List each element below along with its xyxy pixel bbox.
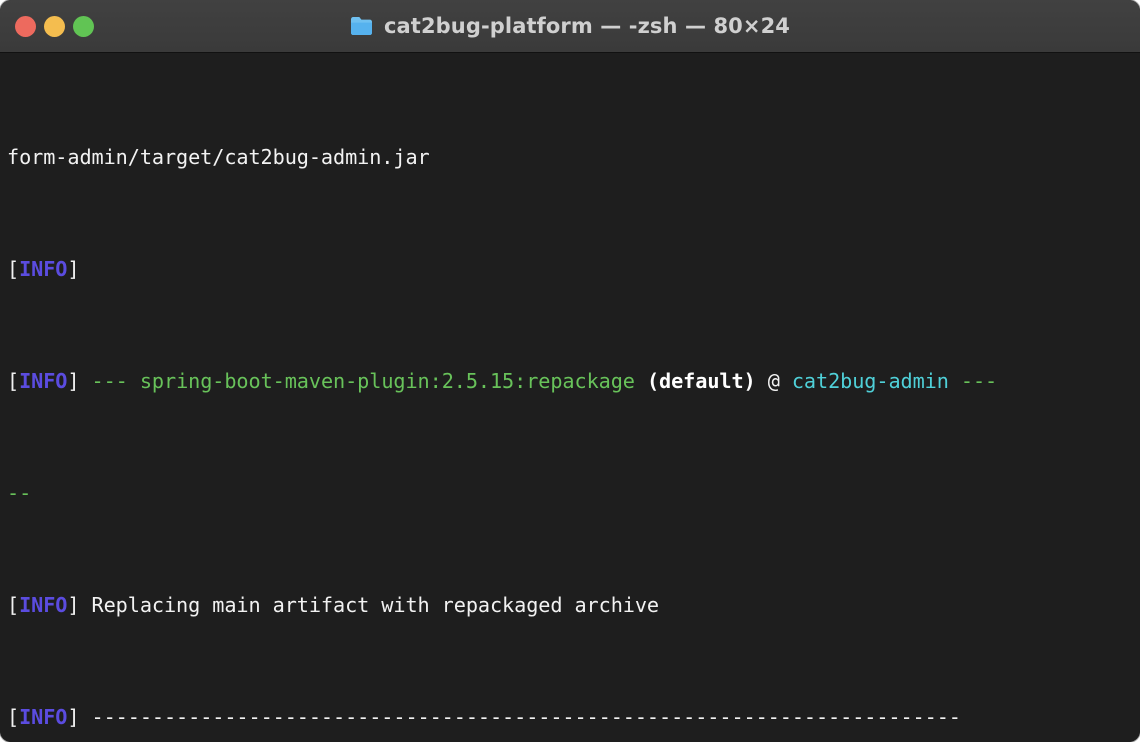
info-tag: INFO bbox=[19, 705, 68, 729]
jar-path-text: form-admin/target/cat2bug-admin.jar bbox=[7, 145, 430, 169]
replacing-text: Replacing main artifact with repackaged … bbox=[91, 593, 660, 617]
window-title-group: cat2bug-platform — -zsh — 80×24 bbox=[350, 14, 790, 38]
info-tag: INFO bbox=[19, 369, 68, 393]
output-line-replacing: [INFO] Replacing main artifact with repa… bbox=[7, 591, 1140, 619]
plugin-dashes: --- bbox=[91, 369, 128, 393]
bracket-close: ] bbox=[67, 705, 92, 729]
maximize-button[interactable] bbox=[73, 15, 94, 37]
output-line-separator: [INFO] ---------------------------------… bbox=[7, 703, 1140, 731]
folder-icon bbox=[350, 16, 373, 36]
bracket-open: [ bbox=[7, 257, 20, 281]
plugin-goal: spring-boot-maven-plugin:2.5.15:repackag… bbox=[139, 369, 635, 393]
output-line-info-blank: [[INFO]INFO] bbox=[7, 255, 1140, 283]
plugin-execution: (default) bbox=[646, 369, 756, 393]
plugin-tail: --- bbox=[960, 369, 998, 393]
bracket-close: ] bbox=[67, 257, 80, 281]
terminal-window: cat2bug-platform — -zsh — 80×24 form-adm… bbox=[0, 0, 1140, 742]
minimize-button[interactable] bbox=[44, 15, 65, 37]
bracket-close: ] bbox=[67, 593, 92, 617]
bracket-open: [ bbox=[7, 369, 20, 393]
output-line-plugin-wrap: -- bbox=[7, 479, 1140, 507]
window-titlebar[interactable]: cat2bug-platform — -zsh — 80×24 bbox=[0, 0, 1140, 53]
info-tag: INFO bbox=[19, 257, 68, 281]
output-line-jar: form-admin/target/cat2bug-admin.jar bbox=[7, 143, 1140, 171]
info-tag: INFO bbox=[19, 593, 68, 617]
bracket-close: ] bbox=[67, 369, 92, 393]
bracket-open: [ bbox=[7, 705, 20, 729]
separator-text: ----------------------------------------… bbox=[91, 705, 961, 729]
window-controls bbox=[15, 0, 94, 52]
plugin-at: @ bbox=[767, 369, 780, 393]
output-line-plugin: [INFO] --- spring-boot-maven-plugin:2.5.… bbox=[7, 367, 1140, 395]
window-title: cat2bug-platform — -zsh — 80×24 bbox=[383, 14, 791, 38]
bracket-open: [ bbox=[7, 593, 20, 617]
plugin-module: cat2bug-admin bbox=[791, 369, 949, 393]
terminal-body[interactable]: form-admin/target/cat2bug-admin.jar [[IN… bbox=[0, 53, 1140, 742]
plugin-wrap: -- bbox=[7, 481, 32, 505]
close-button[interactable] bbox=[15, 15, 36, 37]
terminal-output: form-admin/target/cat2bug-admin.jar [[IN… bbox=[7, 59, 1140, 742]
